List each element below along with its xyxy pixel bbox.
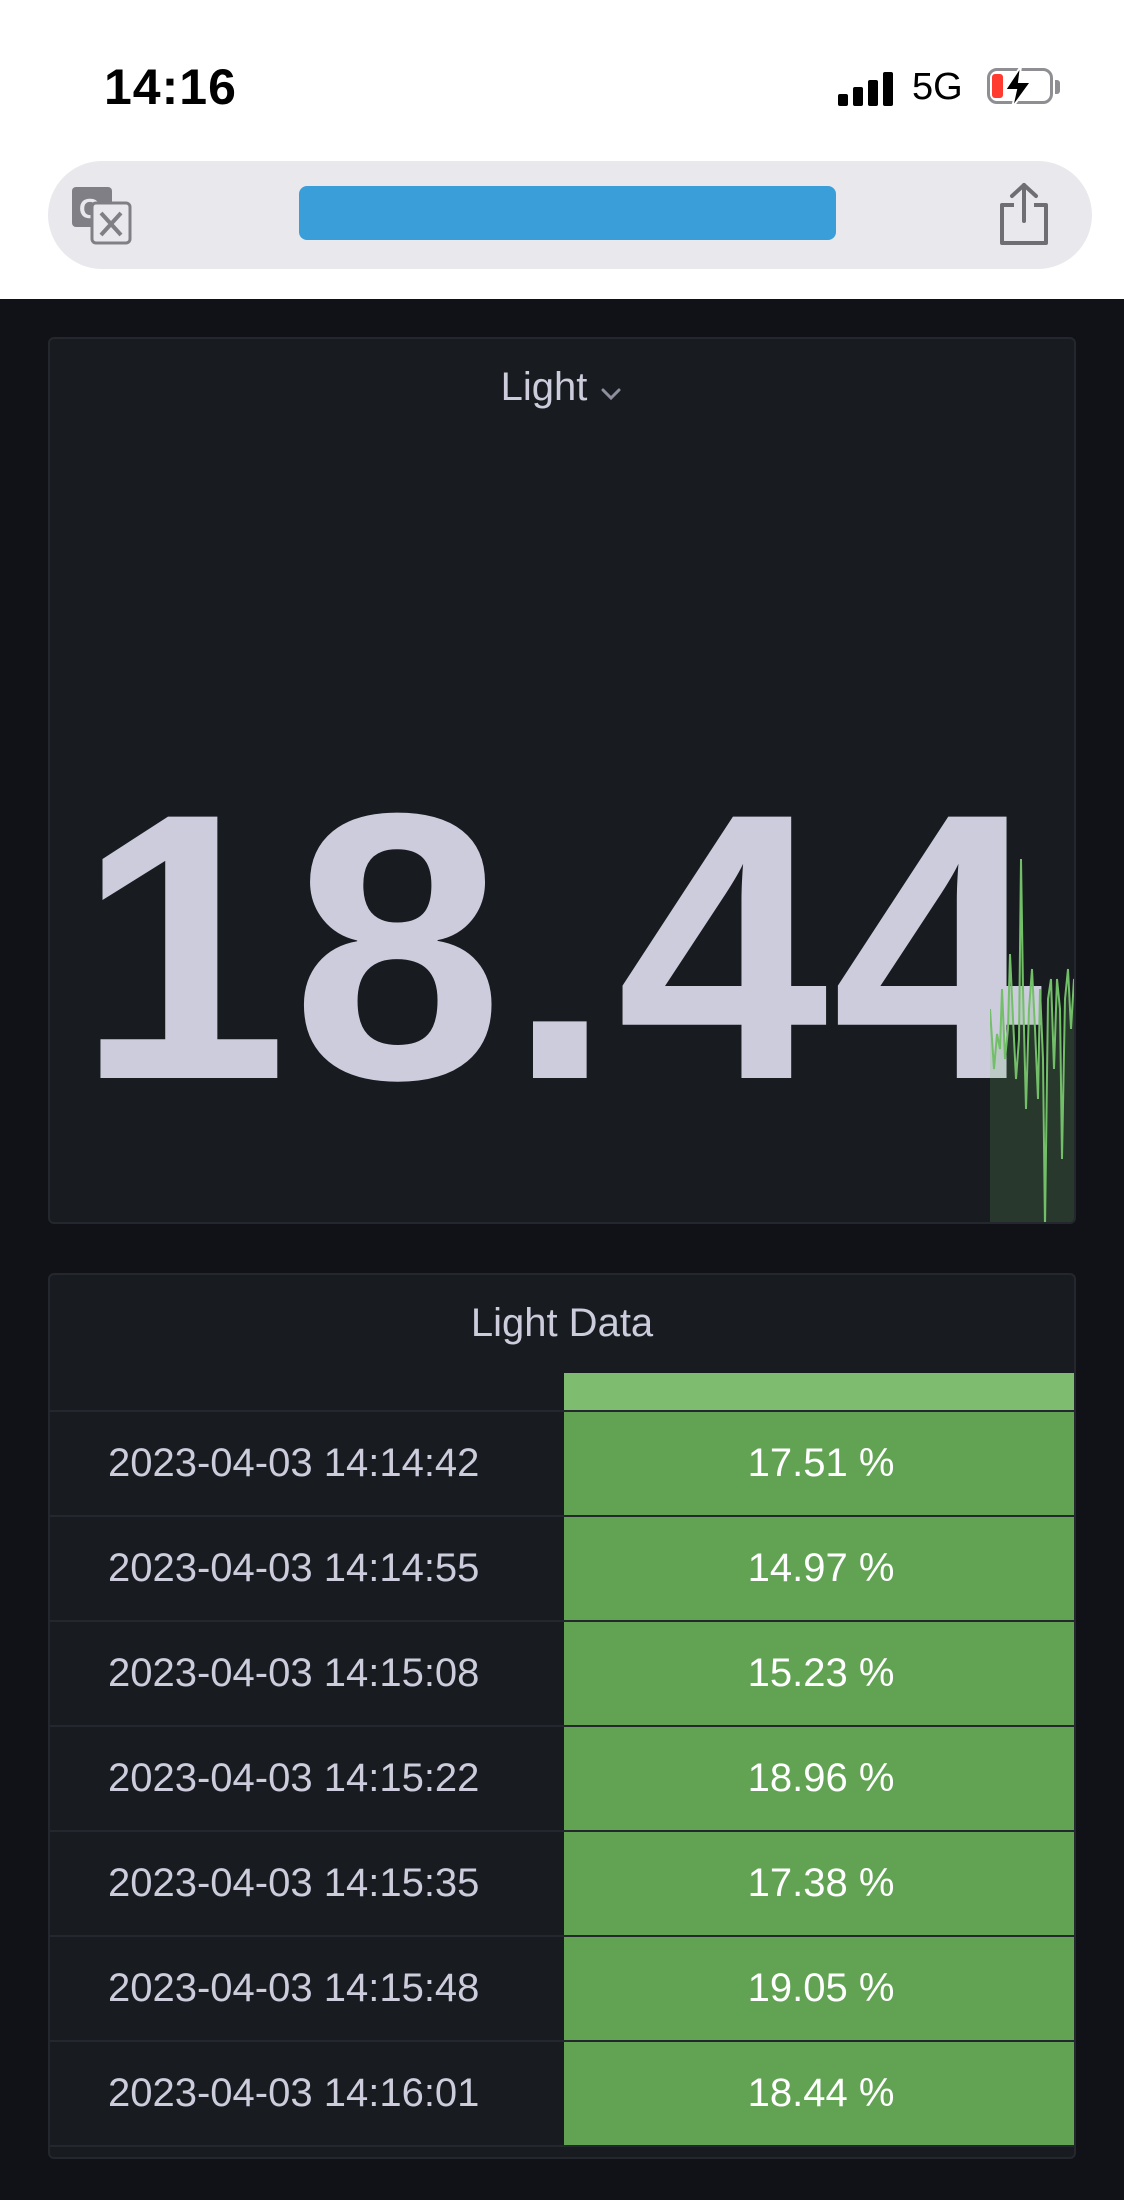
status-time: 14:16 xyxy=(104,59,237,115)
time-cell: 2023-04-03 14:14:29 xyxy=(50,1373,562,1410)
light-stat-panel: Light 18.44 xyxy=(48,337,1076,1224)
table-panel-title[interactable]: Light Data xyxy=(50,1301,1074,1346)
time-cell: 2023-04-03 14:16:01 xyxy=(108,2071,480,2115)
time-cell: 2023-04-03 14:15:22 xyxy=(108,1756,480,1800)
table-row: 2023-04-03 14:16:01 18.44 % xyxy=(50,2042,1074,2147)
table-row: 2023-04-03 14:14:55 14.97 % xyxy=(50,1517,1074,1622)
stat-value: 18.44 xyxy=(76,734,1048,1159)
table-row: 2023-04-03 14:15:48 19.05 % xyxy=(50,1937,1074,2042)
value-cell: 14.97 % xyxy=(564,1517,1074,1620)
table-viewport[interactable]: 2023-04-03 14:14:2920.00 %2023-04-03 14:… xyxy=(50,1373,1074,2157)
value-cell: 15.23 % xyxy=(564,1622,1074,1725)
network-type: 5G xyxy=(912,66,963,108)
value-cell: 17.38 % xyxy=(564,1832,1074,1935)
translate-icon[interactable]: G xyxy=(70,185,132,245)
cellular-signal-icon xyxy=(838,72,898,106)
address-bar[interactable]: G xyxy=(48,161,1092,269)
chevron-down-icon[interactable] xyxy=(599,367,623,412)
time-cell: 2023-04-03 14:15:08 xyxy=(108,1651,480,1695)
sparkline-area xyxy=(990,859,1074,1222)
panel-title: Light xyxy=(500,365,588,409)
value-cell: 19.05 % xyxy=(564,1937,1074,2040)
url-field[interactable] xyxy=(299,186,836,240)
light-data-table-panel: Light Data 2023-04-03 14:14:2920.00 %202… xyxy=(48,1273,1076,2159)
sparkline xyxy=(990,859,1074,1222)
time-cell: 2023-04-03 14:15:35 xyxy=(108,1861,480,1905)
time-cell: 2023-04-03 14:15:48 xyxy=(108,1966,480,2010)
value-cell: 18.96 % xyxy=(564,1727,1074,1830)
time-cell: 2023-04-03 14:14:55 xyxy=(108,1546,480,1590)
panel-header[interactable]: Light xyxy=(50,365,1074,412)
table-row: 2023-04-03 14:14:2920.00 % xyxy=(50,1373,1074,1412)
value-cell: 20.00 % xyxy=(564,1373,1074,1410)
browser-chrome: 14:16 5G G xyxy=(0,0,1124,299)
table-body: 2023-04-03 14:14:2920.00 %2023-04-03 14:… xyxy=(50,1373,1074,2147)
table-row: 2023-04-03 14:14:42 17.51 % xyxy=(50,1412,1074,1517)
value-cell: 17.51 % xyxy=(564,1412,1074,1515)
battery-icon xyxy=(987,66,1060,108)
value-cell: 18.44 % xyxy=(564,2042,1074,2145)
time-cell: 2023-04-03 14:14:42 xyxy=(108,1441,480,1485)
table-row: 2023-04-03 14:15:35 17.38 % xyxy=(50,1832,1074,1937)
table-row: 2023-04-03 14:15:08 15.23 % xyxy=(50,1622,1074,1727)
share-icon[interactable] xyxy=(996,181,1052,247)
table-row: 2023-04-03 14:15:22 18.96 % xyxy=(50,1727,1074,1832)
